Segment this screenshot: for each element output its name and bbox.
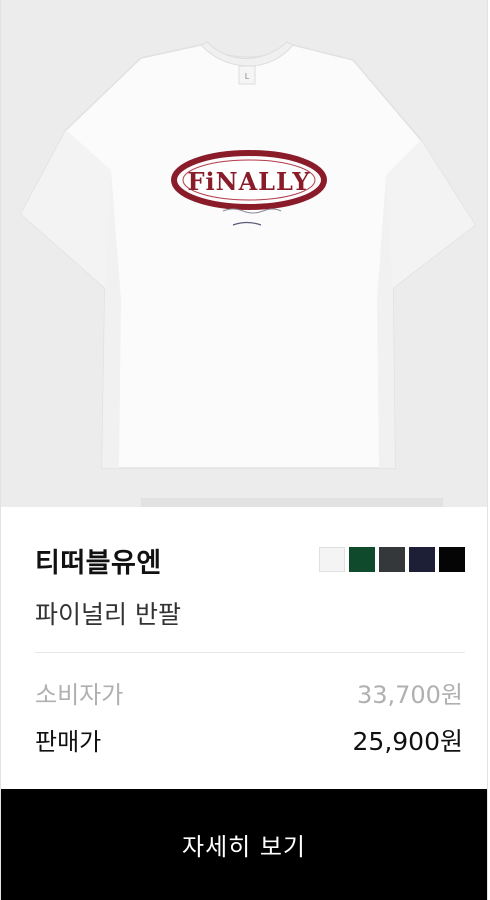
- color-swatches: [319, 547, 465, 572]
- color-swatch-navy[interactable]: [409, 547, 435, 572]
- sale-price-row: 판매가 25,900원: [35, 722, 463, 758]
- consumer-price-label: 소비자가: [35, 681, 124, 709]
- divider: [35, 652, 465, 653]
- sale-price-value: 25,900원: [352, 727, 463, 756]
- svg-text:L: L: [245, 72, 250, 81]
- color-swatch-black[interactable]: [439, 547, 465, 572]
- product-name[interactable]: 파이널리 반팔: [35, 595, 181, 631]
- product-info: 티떠블유엔 파이널리 반팔 소비자가 33,700원 판매가 25,900원: [1, 507, 487, 789]
- color-swatch-green[interactable]: [349, 547, 375, 572]
- product-image[interactable]: L FiNALLY: [1, 0, 487, 507]
- sale-price-label: 판매가: [35, 728, 102, 756]
- brand-name[interactable]: 티떠블유엔: [35, 541, 162, 580]
- view-details-button[interactable]: 자세히 보기: [1, 789, 487, 900]
- product-logo-text: FiNALLY: [187, 167, 310, 196]
- color-swatch-white[interactable]: [319, 547, 345, 572]
- color-swatch-charcoal[interactable]: [379, 547, 405, 572]
- consumer-price-value: 33,700원: [356, 681, 463, 709]
- product-card: L FiNALLY 티떠블유엔 파이널리 반팔 소비자가 33,700원 판매가: [0, 0, 488, 900]
- consumer-price-row: 소비자가 33,700원: [35, 675, 463, 710]
